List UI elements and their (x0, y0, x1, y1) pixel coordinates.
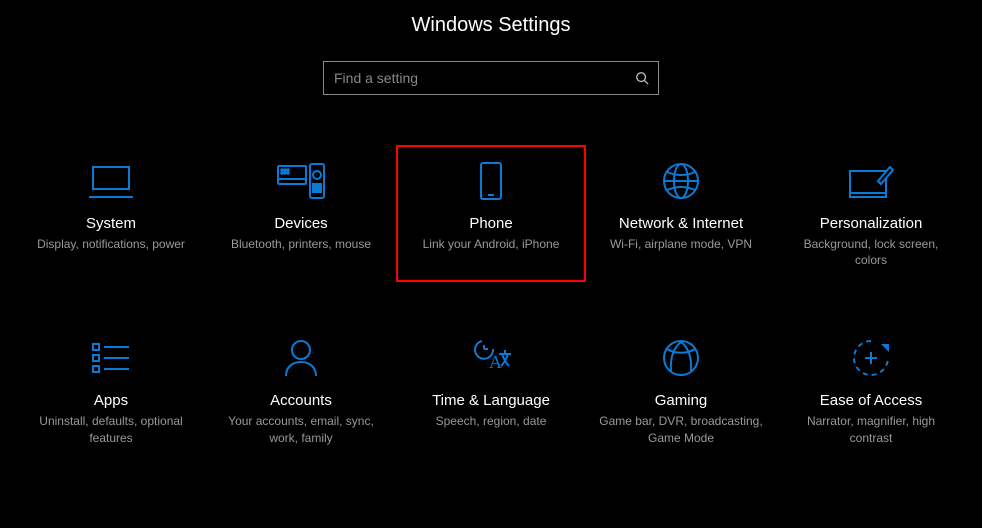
tile-sub: Narrator, magnifier, high contrast (786, 413, 956, 445)
tile-sub: Background, lock screen, colors (786, 236, 956, 268)
tile-label: System (86, 215, 136, 232)
devices-icon (276, 157, 326, 205)
system-icon (89, 157, 133, 205)
apps-icon (91, 334, 131, 382)
tile-phone[interactable]: Phone Link your Android, iPhone (396, 145, 586, 282)
tile-sub: Your accounts, email, sync, work, family (216, 413, 386, 445)
tile-ease-of-access[interactable]: Ease of Access Narrator, magnifier, high… (776, 322, 966, 459)
tile-apps[interactable]: Apps Uninstall, defaults, optional featu… (16, 322, 206, 459)
tile-label: Accounts (270, 392, 332, 409)
tile-label: Phone (469, 215, 512, 232)
tile-sub: Speech, region, date (436, 413, 547, 429)
tile-label: Apps (94, 392, 128, 409)
tile-sub: Display, notifications, power (37, 236, 185, 252)
gaming-icon (661, 334, 701, 382)
time-language-icon: A (469, 334, 513, 382)
tile-label: Devices (274, 215, 327, 232)
tile-label: Ease of Access (820, 392, 923, 409)
tile-sub: Bluetooth, printers, mouse (231, 236, 371, 252)
tile-system[interactable]: System Display, notifications, power (16, 145, 206, 282)
tile-accounts[interactable]: Accounts Your accounts, email, sync, wor… (206, 322, 396, 459)
tile-network[interactable]: Network & Internet Wi-Fi, airplane mode,… (586, 145, 776, 282)
tile-devices[interactable]: Devices Bluetooth, printers, mouse (206, 145, 396, 282)
tile-label: Personalization (820, 215, 923, 232)
tile-label: Gaming (655, 392, 708, 409)
search-input[interactable] (323, 61, 659, 95)
tile-sub: Wi-Fi, airplane mode, VPN (610, 236, 752, 252)
tile-label: Time & Language (432, 392, 550, 409)
tile-gaming[interactable]: Gaming Game bar, DVR, broadcasting, Game… (586, 322, 776, 459)
personalization-icon (848, 157, 894, 205)
page-title: Windows Settings (412, 14, 571, 37)
search-wrap (323, 61, 659, 95)
globe-icon (661, 157, 701, 205)
settings-grid: System Display, notifications, power (16, 145, 966, 460)
tile-time-language[interactable]: A Time & Language Speech, region, date (396, 322, 586, 459)
tile-sub: Game bar, DVR, broadcasting, Game Mode (596, 413, 766, 445)
ease-of-access-icon (851, 334, 891, 382)
tile-sub: Uninstall, defaults, optional features (26, 413, 196, 445)
tile-sub: Link your Android, iPhone (423, 236, 560, 252)
tile-label: Network & Internet (619, 215, 743, 232)
accounts-icon (283, 334, 319, 382)
tile-personalization[interactable]: Personalization Background, lock screen,… (776, 145, 966, 282)
phone-icon (479, 157, 503, 205)
